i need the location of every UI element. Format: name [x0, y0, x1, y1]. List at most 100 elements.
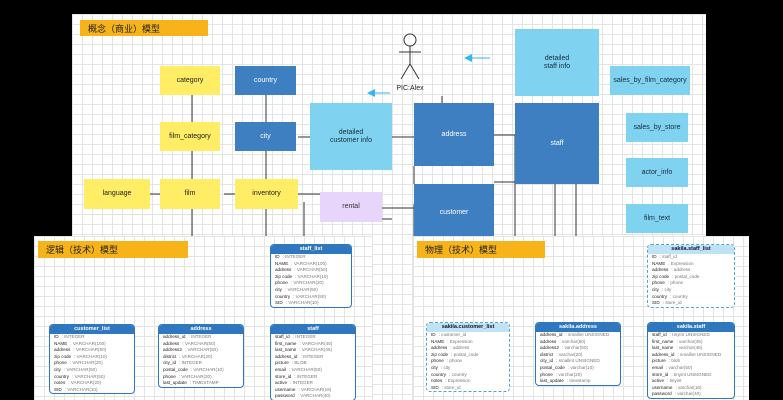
- logical-table-address[interactable]: address address_id: INTEGER address: VARCH…: [158, 324, 244, 388]
- table-row: active: tinyint: [648, 378, 734, 385]
- column-name: phone: [54, 360, 67, 366]
- table-row: city: city: [427, 365, 509, 372]
- table-row: active: INTEGER: [271, 380, 355, 387]
- table-row: ID: INTEGER: [271, 254, 351, 261]
- entity-city[interactable]: city: [235, 122, 296, 151]
- column-type: : country: [449, 371, 467, 377]
- table-row: city_id: smallint UNSIGNED: [536, 358, 620, 365]
- column-name: address_id: [275, 353, 298, 359]
- table-row: country: country: [648, 294, 734, 301]
- table-row: SID: store_id: [648, 300, 734, 307]
- logical-table-customer-list[interactable]: customer_list ID: INTEGER NAME: VARCHAR(10…: [49, 324, 135, 395]
- table-row: postal_code: VARCHAR(10): [159, 367, 243, 374]
- table-row: SID: VARCHAR(10): [271, 300, 351, 307]
- table-row: phone: VARCHAR(20): [271, 280, 351, 287]
- entity-detailed-staff-info[interactable]: detailed staff info: [515, 29, 599, 96]
- column-type: : city: [440, 364, 451, 370]
- entity-sales-by-store[interactable]: sales_by_store: [626, 113, 688, 142]
- table-row: ID: INTEGER: [50, 334, 134, 341]
- column-type: : phone: [667, 280, 684, 286]
- column-type: : INTEGER: [292, 334, 316, 339]
- column-type: : INTEGER: [290, 380, 313, 386]
- column-name: city: [54, 366, 61, 372]
- column-name: ID: [54, 334, 59, 339]
- column-type: : VARCHAR(20): [290, 280, 324, 286]
- column-name: country: [54, 373, 70, 379]
- column-type: : INTEGER: [300, 353, 324, 359]
- entity-inventory[interactable]: inventory: [235, 179, 298, 209]
- column-name: phone: [163, 373, 176, 379]
- column-type: : varchar(40): [674, 391, 701, 397]
- column-type: : BLOB: [291, 360, 307, 366]
- entity-country[interactable]: country: [235, 66, 296, 95]
- column-type: : varchar(50): [561, 345, 588, 351]
- table-row: address2: varchar(50): [536, 345, 620, 352]
- entity-film[interactable]: film: [160, 179, 220, 209]
- logical-table-staff-list[interactable]: staff_list ID: INTEGER NAME: VARCHAR(100) a…: [270, 244, 352, 308]
- column-type: : blob: [668, 358, 681, 364]
- table-row: address: VARCHAR(50): [271, 267, 351, 274]
- column-type: : varchar(50): [559, 338, 586, 344]
- column-name: postal_code: [540, 364, 565, 370]
- column-type: : VARCHAR(100): [70, 340, 106, 346]
- column-name: SID: [431, 384, 439, 390]
- column-name: address: [431, 345, 448, 351]
- entity-address[interactable]: address: [414, 103, 494, 166]
- table-row: email: VARCHAR(50): [271, 367, 355, 374]
- column-name: email: [652, 364, 663, 370]
- logical-table-staff[interactable]: staff staff_id: INTEGER first_name: VARCHA…: [270, 324, 356, 400]
- physical-table-sakila-staff[interactable]: sakila.staff staff_id: tinyint UNSIGNED fi…: [647, 322, 735, 399]
- table-row: SID: VARCHAR(10): [50, 387, 134, 394]
- entity-rental[interactable]: rental: [320, 192, 382, 222]
- column-type: : varchar(20): [555, 371, 582, 377]
- actor-label: PIC:Alex: [396, 85, 424, 92]
- column-type: : varchar(10): [567, 364, 594, 370]
- entity-actor-info[interactable]: actor_info: [626, 158, 688, 187]
- column-type: : INTEGER: [61, 334, 85, 339]
- entity-customer[interactable]: customer: [414, 184, 494, 242]
- entity-film-text[interactable]: film_text: [626, 204, 688, 233]
- column-name: staff_id: [275, 334, 290, 339]
- table-row: district: varchar(20): [536, 352, 620, 359]
- column-name: country: [652, 293, 668, 299]
- table-row: NAME: VARCHAR(100): [271, 261, 351, 268]
- column-type: : INTEGER: [282, 254, 306, 259]
- column-type: : VARCHAR(50): [294, 267, 328, 273]
- table-row: ID: customer_id: [427, 332, 509, 339]
- entity-detailed-customer-info[interactable]: detailed customer info: [310, 103, 392, 170]
- column-type: : TIMESTAMP: [189, 380, 219, 386]
- column-type: : smallint UNSIGNED: [677, 351, 722, 357]
- column-type: : address: [450, 345, 470, 351]
- column-name: phone: [540, 371, 553, 377]
- column-type: : smallint UNSIGNED: [565, 332, 610, 337]
- entity-staff[interactable]: staff: [515, 103, 599, 184]
- physical-table-sakila-address[interactable]: sakila.address address_id: smallint UNSIG…: [535, 322, 621, 386]
- column-name: email: [275, 366, 286, 372]
- column-name: SID: [652, 300, 660, 306]
- table-row: picture: BLOB: [271, 360, 355, 367]
- column-name: district: [163, 353, 177, 359]
- table-row: username: varchar(16): [648, 385, 734, 392]
- physical-table-sakila-staff-list[interactable]: sakila.staff_list ID: staff_id NAME: Expre…: [647, 244, 735, 308]
- physical-table-sakila-customer-list[interactable]: sakila.customer_list ID: customer_id NAME:…: [426, 322, 510, 393]
- entity-film-category[interactable]: film_category: [160, 122, 220, 151]
- column-type: : postal_code: [451, 351, 479, 357]
- table-row: notes: VARCHAR(20): [50, 380, 134, 387]
- table-row: first_name: varchar(45): [648, 339, 734, 346]
- column-name: SID: [275, 300, 283, 306]
- table-row: NAME: Expression: [648, 261, 734, 268]
- logical-model-title: 逻辑（技术）模型: [38, 241, 188, 258]
- column-type: : tinyint UNSIGNED: [669, 332, 710, 337]
- column-type: : VARCHAR(45): [299, 347, 333, 353]
- table-header: customer_list: [50, 325, 134, 334]
- table-header: sakila.staff: [648, 323, 734, 332]
- entity-sales-by-film-category[interactable]: sales_by_film_category: [610, 66, 690, 95]
- column-type: : VARCHAR(50): [293, 293, 326, 299]
- table-row: staff_id: INTEGER: [271, 334, 355, 341]
- entity-language[interactable]: language: [84, 179, 150, 209]
- table-row: country: country: [427, 372, 509, 379]
- column-name: last_name: [652, 345, 674, 351]
- entity-category[interactable]: category: [160, 66, 220, 95]
- column-name: phone: [652, 280, 665, 286]
- column-type: : country: [670, 293, 688, 299]
